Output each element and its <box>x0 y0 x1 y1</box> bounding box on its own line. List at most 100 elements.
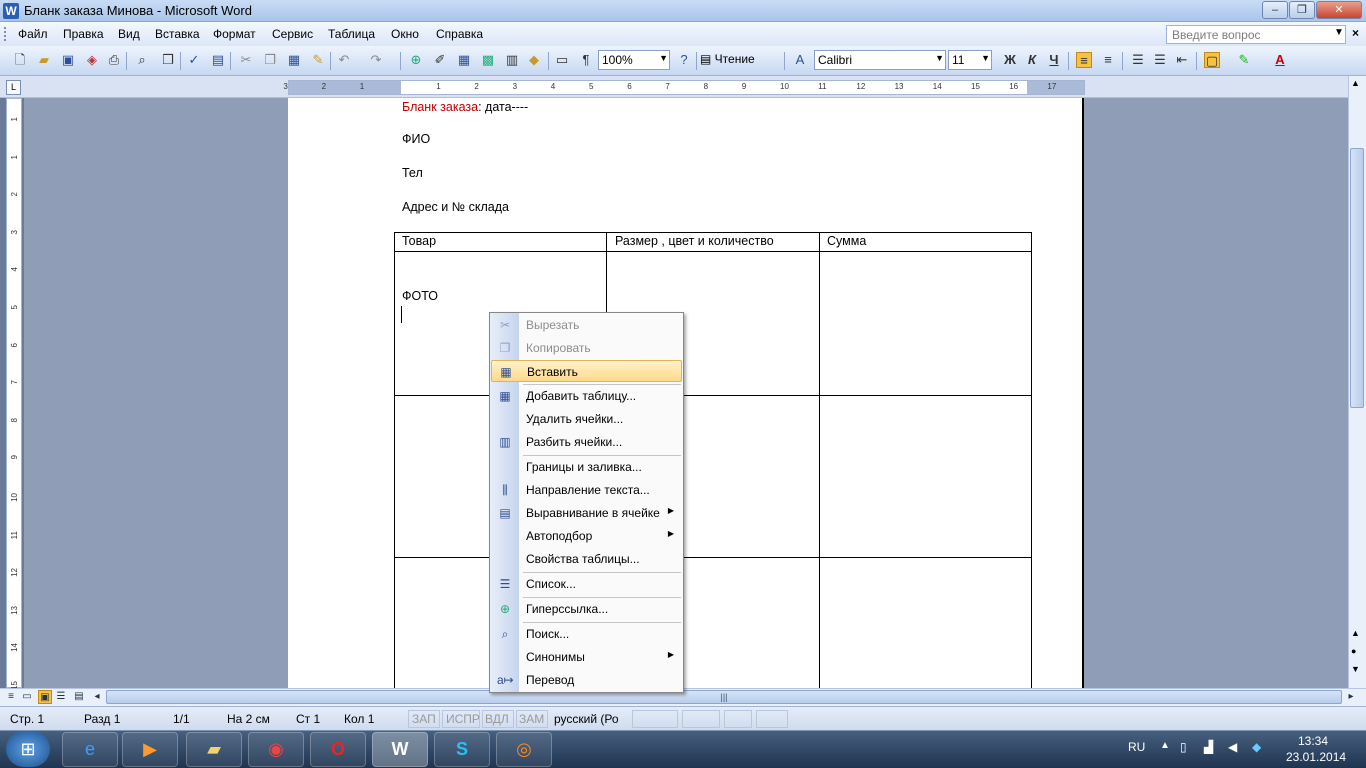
language-indicator[interactable]: RU <box>1128 740 1145 754</box>
doc-line-fio[interactable]: ФИО <box>402 132 430 146</box>
spelling-icon[interactable]: ✓ <box>186 52 202 68</box>
vertical-ruler[interactable]: 1 1 2 3 4 5 6 7 8 9 10 11 12 13 14 15 <box>6 98 22 690</box>
menu-insert[interactable]: Вставка <box>155 27 200 41</box>
menu-view[interactable]: Вид <box>118 27 140 41</box>
firefox-icon[interactable]: ◎ <box>496 732 552 767</box>
tab-selector[interactable]: L <box>6 80 21 95</box>
chevron-down-icon[interactable]: ▼ <box>935 53 944 63</box>
close-document-button[interactable]: × <box>1352 26 1359 40</box>
align-center-icon[interactable]: ≡ <box>1100 52 1116 68</box>
opera-icon[interactable]: O <box>310 732 366 767</box>
columns-icon[interactable]: ▥ <box>504 52 520 68</box>
menu-tools[interactable]: Сервис <box>272 27 313 41</box>
doc-heading[interactable]: Бланк заказа: дата---- <box>402 100 528 114</box>
zoom-combo[interactable]: 100% ▼ <box>598 50 670 70</box>
research-icon[interactable]: ❒ <box>160 52 176 68</box>
print-icon[interactable]: ⎙ <box>106 52 122 68</box>
chevron-down-icon[interactable]: ▼ <box>659 53 668 63</box>
tray-expand-icon[interactable]: ▲ <box>1160 740 1170 751</box>
doc-line-tel[interactable]: Тел <box>402 166 423 180</box>
menu-grip[interactable] <box>4 27 7 41</box>
paste-icon[interactable]: ▦ <box>286 52 302 68</box>
menu-table[interactable]: Таблица <box>328 27 375 41</box>
menu-item-hyperlink[interactable]: ⊕ Гиперссылка... <box>491 598 682 620</box>
clock-time[interactable]: 13:34 <box>1298 734 1328 748</box>
cut-icon[interactable]: ✂ <box>238 52 254 68</box>
font-size-combo[interactable]: 11 ▼ <box>948 50 992 70</box>
menu-item-borders[interactable]: Границы и заливка... <box>491 456 682 478</box>
menu-item-cell-alignment[interactable]: ▤ Выравнивание в ячейке ▶ <box>491 502 682 524</box>
menu-item-table-properties[interactable]: Свойства таблицы... <box>491 548 682 570</box>
maximize-button[interactable]: ❐ <box>1289 1 1315 19</box>
help-icon[interactable]: ? <box>676 52 692 68</box>
chevron-down-icon[interactable]: ▼ <box>981 53 990 63</box>
reading-view-icon[interactable]: ▤ <box>72 690 86 704</box>
menu-item-list[interactable]: ☰ Список... <box>491 573 682 595</box>
status-rec[interactable]: ЗАП <box>412 712 436 726</box>
outline-view-icon[interactable]: ☰ <box>54 690 68 704</box>
status-language[interactable]: русский (Ро <box>554 712 619 726</box>
research-book-icon[interactable]: ▤ <box>210 52 226 68</box>
underline-button[interactable]: Ч <box>1046 52 1062 68</box>
open-folder-icon[interactable]: ▰ <box>36 52 52 68</box>
print-preview-icon[interactable]: ⌕ <box>134 52 150 68</box>
prev-page-icon[interactable]: ▲ <box>1351 628 1360 638</box>
menu-item-delete-cells[interactable]: Удалить ячейки... <box>491 408 682 430</box>
table-cell-photo[interactable]: ФОТО <box>402 289 438 303</box>
menu-help[interactable]: Справка <box>436 27 483 41</box>
table-header-product[interactable]: Товар <box>402 234 436 248</box>
skype-icon[interactable]: S <box>434 732 490 767</box>
explorer-icon[interactable]: ▰ <box>186 732 242 767</box>
format-painter-icon[interactable]: ✎ <box>310 52 326 68</box>
print-layout-icon[interactable]: ▣ <box>38 690 52 704</box>
media-player-icon[interactable]: ▶ <box>122 732 178 767</box>
redo-icon[interactable]: ↷ <box>368 52 384 68</box>
menu-item-synonyms[interactable]: Синонимы ▶ <box>491 646 682 668</box>
menu-file[interactable]: Файл <box>18 27 48 41</box>
hyperlink-icon[interactable]: ⊕ <box>408 52 424 68</box>
font-combo[interactable]: Calibri ▼ <box>814 50 946 70</box>
vertical-scroll-thumb[interactable] <box>1350 148 1364 408</box>
bold-button[interactable]: Ж <box>1002 52 1018 68</box>
next-page-icon[interactable]: ▼ <box>1351 664 1360 674</box>
volume-icon[interactable]: ◀ <box>1228 740 1237 754</box>
new-document-icon[interactable]: 🗋 <box>12 52 28 68</box>
word-icon[interactable]: W <box>3 3 19 19</box>
start-button[interactable]: ⊞ <box>6 731 50 767</box>
status-ovr[interactable]: ЗАМ <box>519 712 544 726</box>
borders-icon[interactable]: ▢ <box>1204 52 1220 68</box>
close-button[interactable]: ✕ <box>1316 1 1362 19</box>
menu-format[interactable]: Формат <box>213 27 256 41</box>
save-icon[interactable]: ▣ <box>60 52 76 68</box>
doc-line-address[interactable]: Адрес и № склада <box>402 200 509 214</box>
copy-icon[interactable]: ❐ <box>262 52 278 68</box>
numbering-icon[interactable]: ☰ <box>1130 52 1146 68</box>
decrease-indent-icon[interactable]: ⇤ <box>1174 52 1190 68</box>
scroll-right-icon[interactable]: ▸ <box>1344 690 1358 704</box>
word-icon[interactable]: W <box>372 732 428 767</box>
menu-item-split-cells[interactable]: ▥ Разбить ячейки... <box>491 431 682 453</box>
font-color-icon[interactable]: A <box>1272 52 1288 68</box>
menu-item-cut[interactable]: ✂ Вырезать <box>491 314 682 336</box>
table-header-size[interactable]: Размер , цвет и количество <box>615 234 774 248</box>
undo-icon[interactable]: ↶ <box>336 52 352 68</box>
menu-item-translate[interactable]: a↦ Перевод <box>491 669 682 691</box>
table-header-sum[interactable]: Сумма <box>827 234 866 248</box>
clock-date[interactable]: 23.01.2014 <box>1286 750 1346 764</box>
align-left-icon[interactable]: ≡ <box>1076 52 1092 68</box>
insert-table-icon[interactable]: ▦ <box>456 52 472 68</box>
chrome-icon[interactable]: ◉ <box>248 732 304 767</box>
status-trk[interactable]: ИСПР <box>446 712 480 726</box>
document-map-icon[interactable]: ▭ <box>554 52 570 68</box>
browse-object-icon[interactable]: ● <box>1351 646 1356 656</box>
horizontal-ruler[interactable]: 3 2 1 1 2 3 4 5 6 7 8 9 10 11 12 13 14 15 16 17 <box>283 80 1085 95</box>
insert-excel-icon[interactable]: ▩ <box>480 52 496 68</box>
scroll-left-icon[interactable]: ◂ <box>90 690 104 704</box>
drawing-icon[interactable]: ◆ <box>526 52 542 68</box>
menu-item-research[interactable]: ⌕ Поиск... <box>491 623 682 645</box>
menu-item-copy[interactable]: ❐ Копировать <box>491 337 682 359</box>
scroll-up-icon[interactable]: ▲ <box>1351 78 1360 88</box>
bullets-icon[interactable]: ☰ <box>1152 52 1168 68</box>
menu-edit[interactable]: Правка <box>63 27 104 41</box>
show-formatting-icon[interactable]: ¶ <box>578 52 594 68</box>
